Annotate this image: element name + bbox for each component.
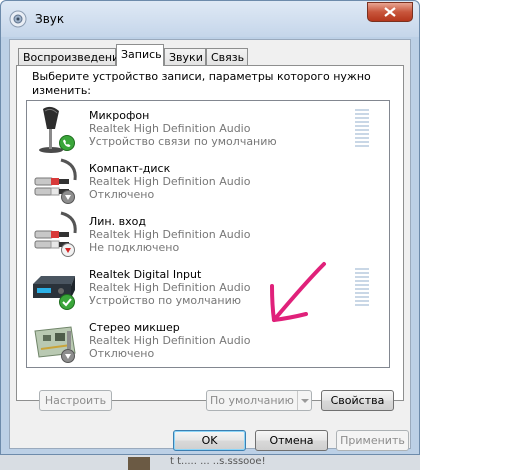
list-item-digital-input[interactable]: Realtek Digital Input Realtek High Defin… — [27, 262, 389, 315]
device-driver: Realtek High Definition Audio — [89, 281, 251, 294]
list-item-microphone[interactable]: Микрофон Realtek High Definition Audio У… — [27, 103, 389, 156]
device-name: Realtek Digital Input — [89, 268, 202, 281]
sound-dialog: Звук Воспроизведение Запись Звуки Связь … — [0, 0, 420, 455]
device-status: Отключено — [89, 188, 155, 201]
device-driver: Realtek High Definition Audio — [89, 228, 251, 241]
tab-recording[interactable]: Запись — [116, 44, 164, 66]
configure-button[interactable]: Настроить — [39, 390, 112, 411]
set-default-button[interactable]: По умолчанию — [206, 390, 312, 411]
tab-communications[interactable]: Связь — [206, 48, 248, 66]
unplugged-red-arrow-icon — [61, 243, 75, 257]
tab-playback[interactable]: Воспроизведение — [18, 48, 126, 66]
set-default-label: По умолчанию — [210, 394, 294, 407]
level-meter — [355, 109, 369, 149]
device-status: Устройство по умолчанию — [89, 294, 242, 307]
device-driver: Realtek High Definition Audio — [89, 122, 251, 135]
list-item-line-in[interactable]: Лин. вход Realtek High Definition Audio … — [27, 209, 389, 262]
background-text: t t..... ... ..s.sssooe! — [170, 456, 266, 467]
title-bar[interactable]: Звук — [1, 1, 419, 37]
tab-sounds[interactable]: Звуки — [164, 48, 206, 66]
instruction-text: Выберите устройство записи, параметры ко… — [32, 70, 371, 97]
apply-button[interactable]: Применить — [336, 430, 409, 451]
device-status: Отключено — [89, 347, 155, 360]
device-name: Стерео микшер — [89, 321, 180, 334]
list-item-cd[interactable]: Компакт-диск Realtek High Definition Aud… — [27, 156, 389, 209]
device-status: Не подключено — [89, 241, 180, 254]
device-driver: Realtek High Definition Audio — [89, 334, 251, 347]
default-green-check-icon — [59, 294, 75, 310]
list-item-stereo-mix[interactable]: Стерео микшер Realtek High Definition Au… — [27, 315, 389, 367]
chevron-down-icon[interactable] — [297, 391, 311, 410]
disabled-down-arrow-icon — [61, 190, 75, 204]
phone-green-badge-icon — [59, 135, 75, 151]
cancel-button[interactable]: Отмена — [255, 430, 328, 451]
device-driver: Realtek High Definition Audio — [89, 175, 251, 188]
annotation-arrow-icon — [270, 262, 326, 322]
window-title: Звук — [35, 12, 65, 26]
desktop-background — [420, 0, 510, 470]
level-meter — [355, 268, 369, 308]
disabled-down-arrow-icon — [61, 349, 75, 363]
background-thumbnail — [128, 457, 150, 470]
background-strip: t t..... ... ..s.sssooe! — [0, 455, 420, 470]
close-icon — [384, 7, 396, 17]
ok-button[interactable]: OK — [173, 430, 246, 451]
device-name: Лин. вход — [89, 215, 146, 228]
device-name: Компакт-диск — [89, 162, 171, 175]
close-button[interactable] — [367, 2, 413, 22]
device-list[interactable]: Микрофон Realtek High Definition Audio У… — [26, 100, 390, 368]
properties-button[interactable]: Свойства — [321, 390, 394, 411]
dialog-client-area: Воспроизведение Запись Звуки Связь Выбер… — [9, 39, 411, 451]
speaker-icon — [9, 10, 27, 28]
device-name: Микрофон — [89, 109, 150, 122]
device-status: Устройство связи по умолчанию — [89, 135, 277, 148]
